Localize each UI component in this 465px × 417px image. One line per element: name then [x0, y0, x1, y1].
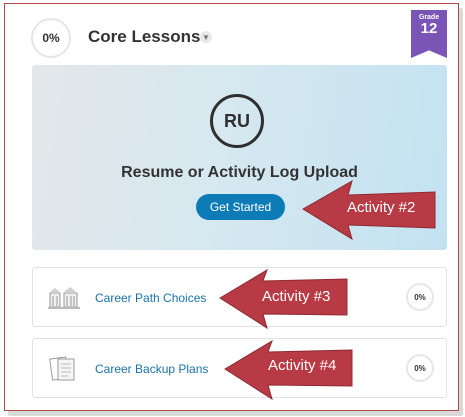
get-started-button[interactable]: Get Started	[196, 194, 285, 220]
activity-title-career-backup-plans[interactable]: Career Backup Plans	[95, 362, 208, 376]
activity-title-career-path-choices[interactable]: Career Path Choices	[95, 291, 206, 305]
annotation-label-activity-4: Activity #4	[268, 357, 337, 374]
section-title: Core Lessons	[88, 27, 201, 46]
section-progress-text: 0%	[42, 31, 60, 45]
annotation-label-activity-2: Activity #2	[347, 199, 416, 216]
lesson-initials-icon: RU	[210, 94, 264, 148]
activity-progress-indicator: 0%	[406, 354, 434, 382]
activity-progress-text: 0%	[414, 292, 426, 302]
featured-lesson-title: Resume or Activity Log Upload	[121, 164, 358, 181]
section-progress-indicator: 0%	[31, 18, 71, 58]
activity-progress-text: 0%	[414, 363, 426, 373]
activity-card-career-backup-plans[interactable]: Career Backup Plans 0%	[32, 338, 447, 398]
lesson-initials: RU	[224, 110, 250, 131]
grade-badge-number: 12	[420, 20, 438, 37]
activity-card-career-path-choices[interactable]: Career Path Choices 0%	[32, 267, 447, 327]
featured-lesson-panel	[32, 65, 447, 250]
chevron-down-icon[interactable]: ▼	[200, 31, 212, 43]
courthouse-icon	[48, 287, 80, 309]
annotation-label-activity-3: Activity #3	[262, 288, 331, 305]
activity-progress-indicator: 0%	[406, 283, 434, 311]
documents-icon	[49, 356, 75, 381]
